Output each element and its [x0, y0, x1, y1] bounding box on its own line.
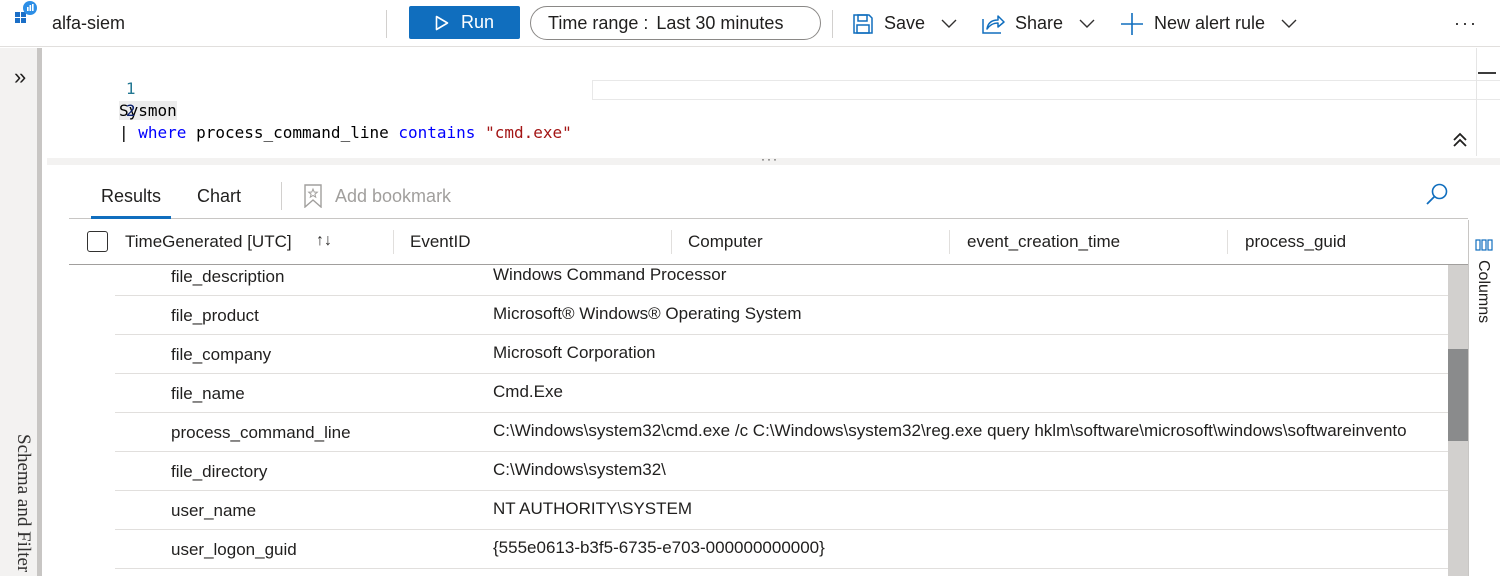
- add-bookmark-label: Add bookmark: [335, 185, 452, 206]
- tab-divider: [281, 182, 282, 210]
- query-editor[interactable]: 1 Sysmon 2 | where process_command_line …: [47, 48, 1500, 156]
- line-number: 2: [125, 101, 136, 120]
- editor-overview-marker: [1478, 72, 1496, 74]
- workspace-title: alfa-siem: [52, 13, 126, 33]
- column-resize-handle[interactable]: [949, 230, 950, 254]
- share-label: Share: [1015, 13, 1064, 33]
- column-header-process-guid[interactable]: process_guid: [1245, 232, 1346, 252]
- field-value: Microsoft Corporation: [493, 343, 656, 362]
- more-options-button[interactable]: ···: [1454, 0, 1478, 47]
- schema-and-filter-tab[interactable]: Schema and Filter: [12, 434, 34, 572]
- detail-row[interactable]: process_command_line C:\Windows\system32…: [115, 413, 1448, 452]
- string-literal: "cmd.exe": [485, 123, 572, 142]
- column-header-event-creation-time[interactable]: event_creation_time: [967, 232, 1120, 252]
- field-name: file_product: [171, 306, 259, 325]
- share-icon: [982, 14, 1005, 34]
- save-icon: [853, 13, 873, 34]
- editor-scrollbar[interactable]: [1476, 48, 1477, 156]
- tab-chart[interactable]: Chart: [197, 186, 241, 207]
- log-analytics-icon: [14, 0, 38, 24]
- expand-pane-icon[interactable]: »: [14, 66, 26, 88]
- time-range-value: Last 30 minutes: [656, 12, 784, 33]
- field-value: NT AUTHORITY\SYSTEM: [493, 499, 692, 518]
- schema-filter-pane: » Schema and Filter: [0, 48, 42, 576]
- field-name: user_name: [171, 501, 257, 520]
- field-name: file_company: [171, 345, 272, 364]
- detail-row[interactable]: file_company Microsoft Corporation: [115, 335, 1448, 374]
- columns-icon[interactable]: [1475, 238, 1493, 256]
- columns-tab[interactable]: Columns: [1474, 260, 1492, 323]
- detail-row[interactable]: file_product Microsoft® Windows® Operati…: [115, 296, 1448, 335]
- keyword-contains: contains: [398, 123, 476, 142]
- column-identifier: process_command_line: [186, 123, 399, 142]
- field-value: C:\Windows\system32\: [493, 460, 666, 479]
- sort-icon[interactable]: ↑↓: [316, 232, 332, 250]
- chevron-down-icon: [941, 19, 957, 28]
- toolbar: alfa-siem Run Time range : Last 30 minut…: [0, 0, 1500, 47]
- results-tabs: Results Chart Add bookmark: [69, 172, 1468, 219]
- field-value: {555e0613-b3f5-6735-e703-000000000000}: [493, 538, 825, 557]
- chevron-down-icon: [1079, 19, 1095, 28]
- code-line-1[interactable]: 1 Sysmon: [47, 56, 177, 120]
- column-resize-handle[interactable]: [393, 230, 394, 254]
- detail-row[interactable]: file_directory C:\Windows\system32\: [115, 452, 1448, 491]
- play-icon: [435, 15, 449, 30]
- column-resize-handle[interactable]: [671, 230, 672, 254]
- bookmark-icon: [304, 184, 322, 208]
- pipe-operator: |: [119, 123, 139, 142]
- field-name: file_directory: [171, 462, 268, 481]
- field-value: Cmd.Exe: [493, 382, 563, 401]
- chevron-down-icon: [1281, 19, 1297, 28]
- run-label: Run: [460, 12, 495, 32]
- field-name: file_name: [171, 384, 245, 403]
- search-icon[interactable]: [1425, 182, 1449, 206]
- column-header-eventid[interactable]: EventID: [410, 232, 470, 252]
- scrollbar-thumb[interactable]: [1448, 349, 1468, 441]
- select-all-checkbox[interactable]: [87, 231, 108, 252]
- field-value: Microsoft® Windows® Operating System: [493, 304, 802, 323]
- run-button[interactable]: Run: [409, 6, 520, 39]
- time-range-label: Time range :: [548, 12, 649, 33]
- keyword-where: where: [138, 123, 187, 142]
- detail-row[interactable]: user_name NT AUTHORITY\SYSTEM: [115, 491, 1448, 530]
- pane-splitter[interactable]: ···: [47, 152, 1500, 166]
- field-value: Windows Command Processor: [493, 265, 727, 284]
- column-header-computer[interactable]: Computer: [688, 232, 763, 252]
- plus-icon: [1121, 12, 1143, 35]
- toolbar-divider: [832, 10, 833, 38]
- column-header-timegenerated[interactable]: TimeGenerated [UTC]: [125, 232, 292, 252]
- detail-row[interactable]: user_logon_guid {555e0613-b3f5-6735-e703…: [115, 530, 1448, 569]
- results-vertical-scrollbar[interactable]: [1448, 265, 1468, 576]
- collapse-editor-icon[interactable]: [1451, 132, 1469, 148]
- current-line-highlight: [592, 80, 1500, 100]
- code-line-2[interactable]: 2 | where process_command_line contains …: [47, 78, 572, 142]
- detail-row[interactable]: file_name Cmd.Exe: [115, 374, 1448, 413]
- new-alert-rule-label: New alert rule: [1154, 13, 1266, 33]
- results-grid-header: TimeGenerated [UTC] ↑↓ EventID Computer …: [69, 220, 1468, 265]
- tab-results[interactable]: Results: [90, 186, 172, 219]
- splitter-handle-icon: ···: [761, 152, 779, 166]
- share-button[interactable]: Share: [981, 0, 1095, 47]
- save-button[interactable]: Save: [852, 0, 957, 47]
- toolbar-divider: [386, 10, 387, 38]
- add-bookmark-button[interactable]: Add bookmark: [303, 184, 451, 208]
- line-number: 1: [125, 79, 136, 98]
- field-name: file_description: [171, 267, 285, 286]
- columns-pane: Columns: [1468, 220, 1500, 576]
- results-grid-body: file_description Windows Command Process…: [69, 265, 1448, 576]
- field-value: C:\Windows\system32\cmd.exe /c C:\Window…: [493, 421, 1407, 440]
- save-label: Save: [884, 13, 926, 33]
- field-name: process_command_line: [171, 423, 351, 442]
- field-name: user_logon_guid: [171, 540, 297, 559]
- time-range-picker[interactable]: Time range : Last 30 minutes: [530, 6, 821, 40]
- new-alert-rule-button[interactable]: New alert rule: [1120, 0, 1297, 47]
- column-resize-handle[interactable]: [1227, 230, 1228, 254]
- detail-row[interactable]: file_description Windows Command Process…: [115, 265, 1448, 296]
